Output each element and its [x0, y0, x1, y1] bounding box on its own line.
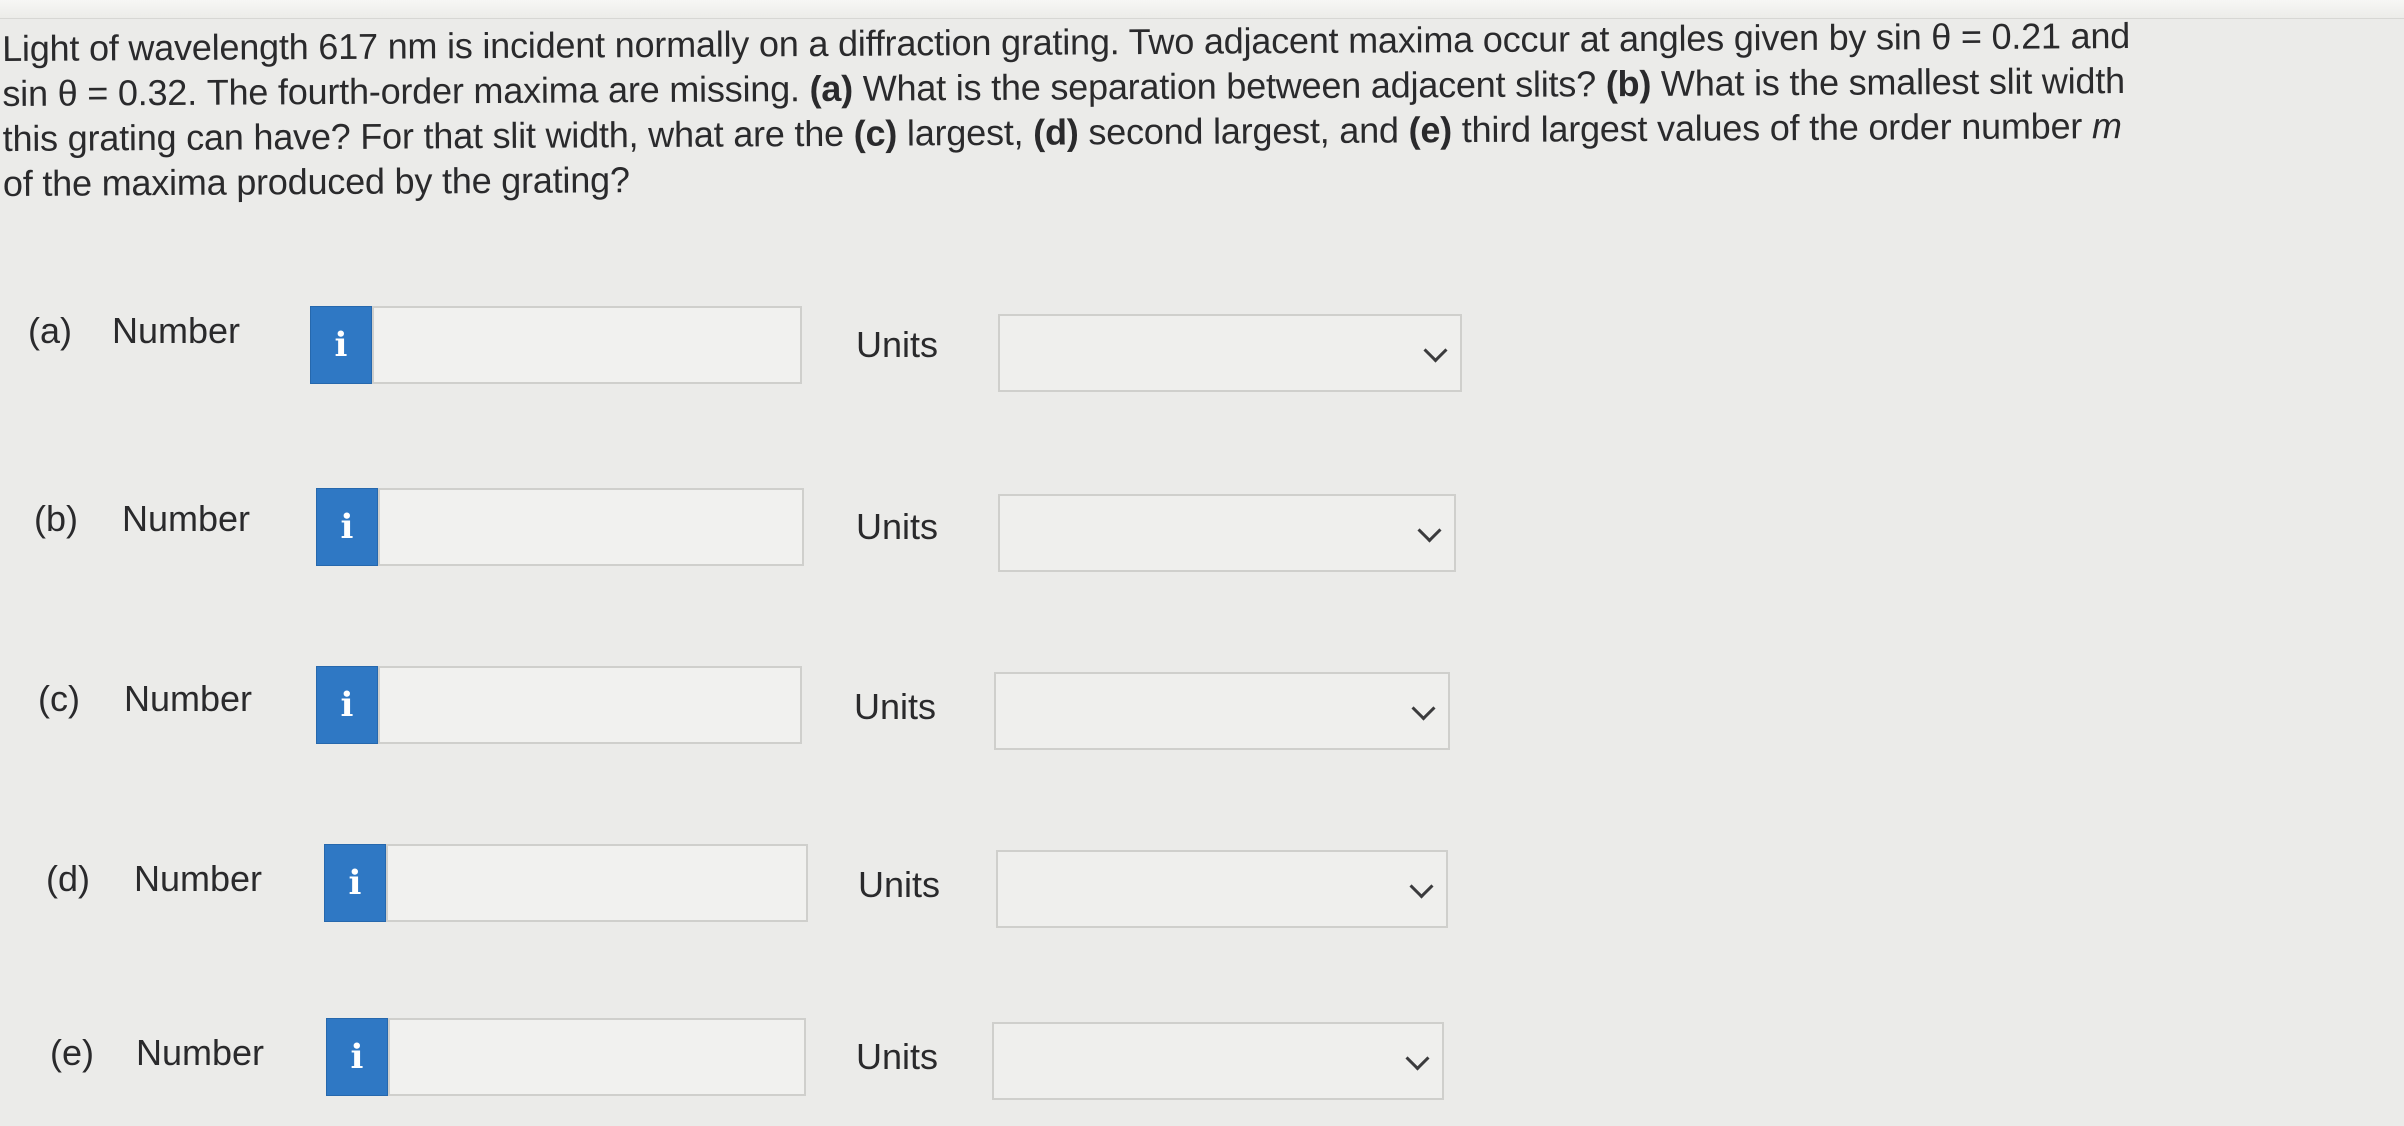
- chevron-down-icon: [1405, 1046, 1430, 1071]
- units-label-c: Units: [854, 686, 937, 727]
- chevron-down-icon: [1411, 696, 1436, 721]
- info-icon: i: [334, 325, 348, 365]
- number-label-d: Number: [134, 858, 263, 899]
- units-label-d: Units: [858, 864, 941, 905]
- number-input-d[interactable]: [386, 844, 808, 922]
- part-label-d: (d): [46, 858, 90, 899]
- chevron-down-icon: [1423, 338, 1448, 363]
- units-label-e: Units: [856, 1036, 939, 1077]
- info-button-e[interactable]: i: [326, 1018, 388, 1096]
- info-icon: i: [340, 685, 354, 725]
- question-text: Light of wavelength 617 nm is incident n…: [2, 12, 2303, 206]
- part-label-b: (b): [34, 498, 78, 539]
- info-button-a[interactable]: i: [310, 306, 372, 384]
- units-select-a[interactable]: [998, 314, 1462, 392]
- part-label-c: (c): [38, 678, 80, 719]
- units-select-b[interactable]: [998, 494, 1456, 572]
- part-label-a: (a): [28, 310, 72, 351]
- part-label-e: (e): [50, 1032, 94, 1073]
- chevron-down-icon: [1409, 874, 1434, 899]
- number-input-e[interactable]: [388, 1018, 806, 1096]
- info-button-c[interactable]: i: [316, 666, 378, 744]
- number-input-a[interactable]: [372, 306, 802, 384]
- units-select-c[interactable]: [994, 672, 1450, 750]
- info-icon: i: [350, 1037, 364, 1077]
- chevron-down-icon: [1417, 518, 1442, 543]
- number-input-c[interactable]: [378, 666, 802, 744]
- info-button-d[interactable]: i: [324, 844, 386, 922]
- info-icon: i: [348, 863, 362, 903]
- number-label-a: Number: [112, 310, 241, 351]
- number-input-b[interactable]: [378, 488, 804, 566]
- units-label-b: Units: [856, 506, 939, 547]
- info-button-b[interactable]: i: [316, 488, 378, 566]
- number-label-c: Number: [124, 678, 253, 719]
- units-label-a: Units: [856, 324, 939, 365]
- number-label-b: Number: [122, 498, 251, 539]
- units-select-e[interactable]: [992, 1022, 1444, 1100]
- number-label-e: Number: [136, 1032, 265, 1073]
- info-icon: i: [340, 507, 354, 547]
- units-select-d[interactable]: [996, 850, 1448, 928]
